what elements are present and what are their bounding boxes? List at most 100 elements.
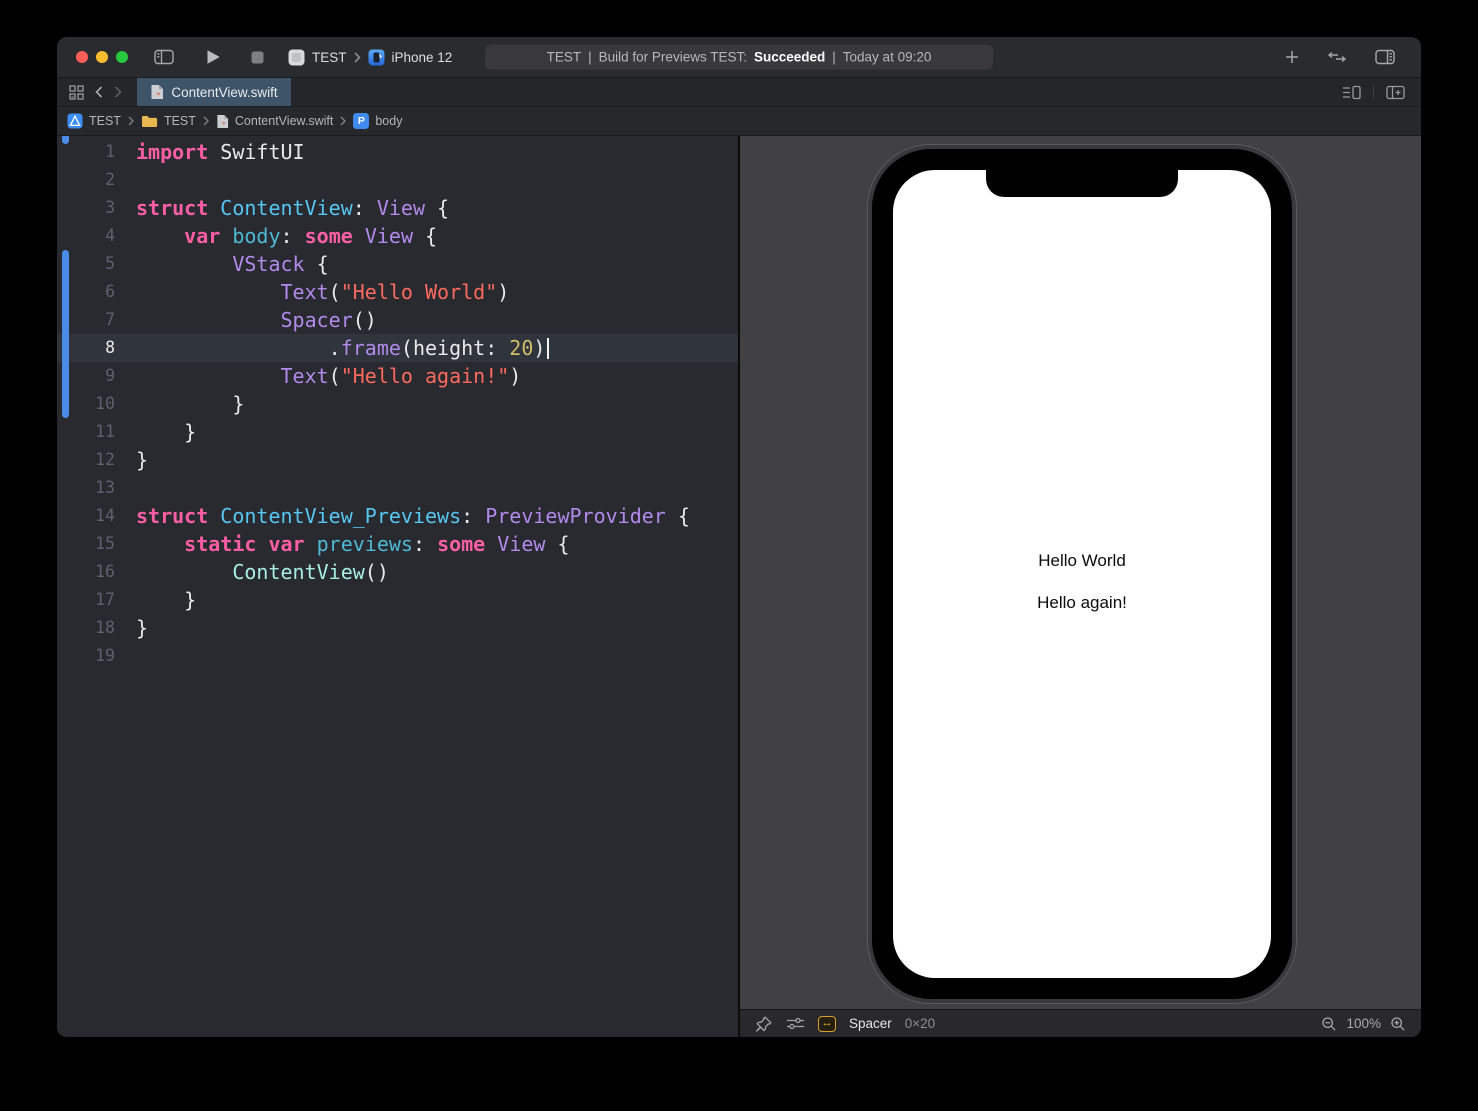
chevron-right-icon xyxy=(128,116,134,126)
grid-icon xyxy=(69,85,84,100)
folder-icon xyxy=(141,115,158,128)
status-separator: | xyxy=(588,50,592,65)
destination-name: iPhone 12 xyxy=(392,50,453,65)
breadcrumb-label: body xyxy=(375,114,402,128)
line-number: 14 xyxy=(57,502,115,530)
scheme-selector[interactable]: TEST iPhone 12 xyxy=(288,49,452,66)
minimize-button[interactable] xyxy=(96,51,108,63)
zoom-button[interactable] xyxy=(116,51,128,63)
code-line: 16 ContentView() xyxy=(57,558,738,586)
traffic-lights xyxy=(76,51,128,63)
code-line: 13 xyxy=(57,474,738,502)
app-icon xyxy=(288,49,305,66)
chevron-right-icon xyxy=(114,86,122,98)
line-number: 16 xyxy=(57,558,115,586)
stop-icon xyxy=(251,51,264,64)
code-lines: 1import SwiftUI23struct ContentView: Vie… xyxy=(57,138,738,670)
go-forward-button[interactable] xyxy=(114,86,122,98)
code-line: 17 } xyxy=(57,586,738,614)
code-line: 8 .frame(height: 20) xyxy=(57,334,738,362)
close-button[interactable] xyxy=(76,51,88,63)
line-number: 4 xyxy=(57,222,115,250)
navigator-toggle-button[interactable] xyxy=(154,49,174,65)
breadcrumb-file[interactable]: ContentView.swift xyxy=(216,114,333,129)
code-line: 15 static var previews: some View { xyxy=(57,530,738,558)
code-line: 3struct ContentView: View { xyxy=(57,194,738,222)
tab-contentview-swift[interactable]: ContentView.swift xyxy=(137,78,291,106)
chevron-right-icon xyxy=(203,116,209,126)
line-number: 18 xyxy=(57,614,115,642)
tab-bar: ContentView.swift xyxy=(57,78,1421,107)
compare-arrows-icon xyxy=(1326,50,1348,64)
run-button[interactable] xyxy=(206,49,221,65)
stop-button[interactable] xyxy=(251,51,264,64)
destination-device-icon xyxy=(368,49,385,66)
line-number: 17 xyxy=(57,586,115,614)
add-editor-button[interactable] xyxy=(1386,85,1405,100)
preview-canvas[interactable]: Hello World Hello again! xyxy=(740,136,1421,1009)
chevron-left-icon xyxy=(95,86,103,98)
divider xyxy=(1373,85,1374,99)
status-result: Succeeded xyxy=(754,50,825,65)
spacer-selection-icon: ↔ xyxy=(818,1016,836,1032)
breadcrumb-project[interactable]: TEST xyxy=(67,113,121,129)
change-bar[interactable] xyxy=(62,136,69,144)
jump-bar: TEST TEST ContentView.swif xyxy=(57,107,1421,136)
code-line: 4 var body: some View { xyxy=(57,222,738,250)
activity-status[interactable]: TEST | Build for Previews TEST: Succeede… xyxy=(485,45,993,70)
editor-options-button[interactable] xyxy=(1342,85,1361,100)
iphone-bezel: Hello World Hello again! xyxy=(872,149,1292,999)
swift-file-icon xyxy=(150,84,164,100)
breadcrumb-label: TEST xyxy=(89,114,121,128)
code-line: 18} xyxy=(57,614,738,642)
line-number: 19 xyxy=(57,642,115,670)
chevron-right-icon xyxy=(340,116,346,126)
breadcrumb-label: ContentView.swift xyxy=(235,114,333,128)
zoom-out-icon xyxy=(1321,1016,1337,1032)
project-icon xyxy=(67,113,83,129)
preview-text-hello-world: Hello World xyxy=(1038,551,1126,571)
pin-preview-button[interactable] xyxy=(755,1015,773,1033)
line-number: 15 xyxy=(57,530,115,558)
line-number: 12 xyxy=(57,446,115,474)
code-line: 12} xyxy=(57,446,738,474)
editor-options-icon xyxy=(1342,85,1361,100)
breadcrumb-symbol[interactable]: P body xyxy=(353,113,402,129)
library-button[interactable] xyxy=(1285,50,1299,64)
line-number: 13 xyxy=(57,474,115,502)
scheme-name: TEST xyxy=(312,50,347,65)
zoom-in-button[interactable] xyxy=(1390,1016,1406,1032)
iphone-device-frame: Hello World Hello again! xyxy=(867,144,1297,1004)
breadcrumb-group[interactable]: TEST xyxy=(141,114,196,128)
line-number: 11 xyxy=(57,418,115,446)
chevron-right-icon xyxy=(354,52,361,63)
code-line: 5 VStack { xyxy=(57,250,738,278)
breadcrumb-label: TEST xyxy=(164,114,196,128)
line-number: 2 xyxy=(57,166,115,194)
related-items-button[interactable] xyxy=(69,85,84,100)
inspector-toggle-button[interactable] xyxy=(1375,49,1395,65)
inspector-icon xyxy=(1375,49,1395,65)
status-time: Today at 09:20 xyxy=(843,50,932,65)
status-project: TEST xyxy=(547,50,582,65)
source-editor[interactable]: 1import SwiftUI23struct ContentView: Vie… xyxy=(57,136,740,1037)
code-review-button[interactable] xyxy=(1326,50,1348,64)
zoom-out-button[interactable] xyxy=(1321,1016,1337,1032)
text-cursor xyxy=(547,338,549,359)
status-separator: | xyxy=(832,50,836,65)
zoom-in-icon xyxy=(1390,1016,1406,1032)
selection-name: Spacer xyxy=(849,1016,892,1031)
preview-content: Hello World Hello again! xyxy=(893,170,1271,978)
main-split: 1import SwiftUI23struct ContentView: Vie… xyxy=(57,136,1421,1037)
code-line: 9 Text("Hello again!") xyxy=(57,362,738,390)
code-line: 6 Text("Hello World") xyxy=(57,278,738,306)
code-line: 19 xyxy=(57,642,738,670)
xcode-window: TEST iPhone 12 TEST | Build for Previews… xyxy=(57,37,1421,1037)
line-number: 3 xyxy=(57,194,115,222)
change-bar[interactable] xyxy=(62,250,69,418)
preview-settings-button[interactable] xyxy=(786,1016,805,1031)
pin-icon xyxy=(755,1015,773,1033)
go-back-button[interactable] xyxy=(95,86,103,98)
swift-file-icon xyxy=(216,114,229,129)
code-line: 14struct ContentView_Previews: PreviewPr… xyxy=(57,502,738,530)
